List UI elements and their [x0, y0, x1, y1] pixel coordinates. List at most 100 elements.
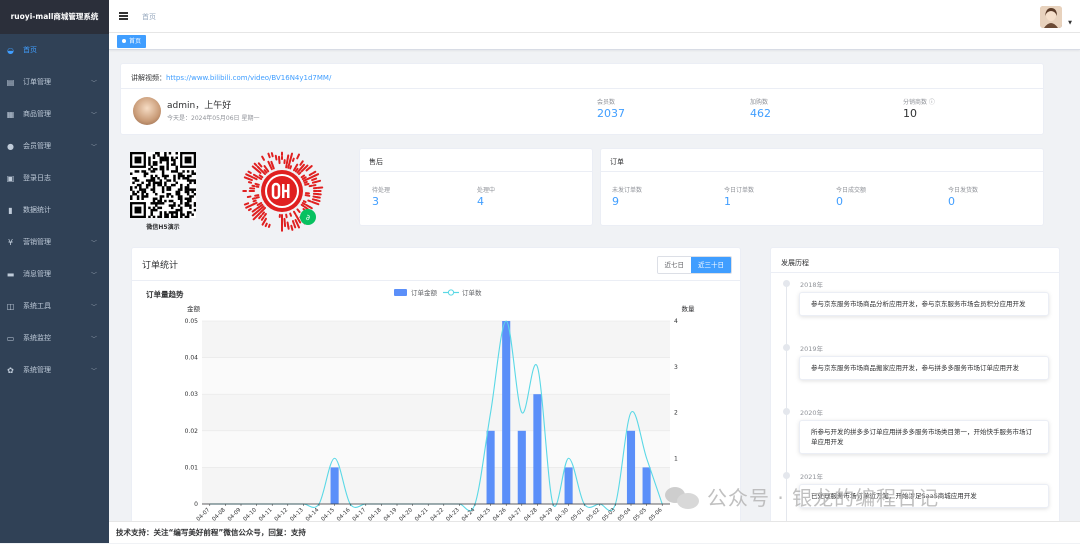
sidebar-item-label: 登录日志 [23, 173, 51, 183]
grid-band [202, 321, 670, 358]
legend-swatch-count-dot [448, 290, 453, 295]
breadcrumb[interactable]: 首页 [142, 12, 156, 22]
chevron-down-icon: ﹀ [91, 238, 97, 247]
sidebar-item-9[interactable]: ▭系统监控﹀ [0, 322, 109, 354]
sidebar-item-label: 商品管理 [23, 109, 51, 119]
kv-label: 今日成交额 [836, 185, 866, 194]
sidebar-item-4[interactable]: ▣ 登录日志 [0, 162, 109, 194]
sidebar-item-label: 系统工具 [23, 301, 51, 311]
bar[interactable] [565, 467, 573, 504]
order-icon: ▤ [6, 78, 15, 87]
video-label: 讲解视频： [131, 74, 166, 82]
stat-label: 分销商数 ⓘ [903, 97, 935, 106]
bar[interactable] [518, 431, 526, 504]
aftersale-processing[interactable]: 处理中 4 [477, 185, 495, 208]
orders-unshipped[interactable]: 未发订单数 9 [612, 185, 642, 208]
y-left-axis-label: 金额 [187, 304, 201, 313]
qr-code-image [130, 152, 196, 218]
navbar: 首页 ▼ [109, 0, 1080, 33]
divider [121, 88, 1043, 89]
timeline-content: 所参与开发的拼多多订单应用拼多多服务市场类目第一，开始快手服务市场订单应用开发 [799, 420, 1049, 454]
orders-today-shipped[interactable]: 今日发货数 0 [948, 185, 978, 208]
timeline-dot [783, 280, 790, 287]
kv-label: 未发订单数 [612, 185, 642, 194]
aftersale-card: 售后 待处理 3 处理中 4 [359, 148, 593, 226]
sidebar-item-label: 系统监控 [23, 333, 51, 343]
timeline-content: 参与京东服务市场商品分析应用开发，参与京东服务市场会员积分应用开发 [799, 292, 1049, 316]
chevron-down-icon: ﹀ [91, 142, 97, 151]
stat-value: 462 [750, 107, 771, 120]
chevron-down-icon: ﹀ [91, 110, 97, 119]
sidebar-item-1[interactable]: ▤订单管理﹀ [0, 66, 109, 98]
timeline-dot [783, 472, 790, 479]
sidebar-menu: ◒首页▤订单管理﹀▦商品管理﹀●会员管理﹀▣登录日志▮数据统计¥营销管理﹀▬消息… [0, 34, 109, 386]
svg-text:∂: ∂ [306, 213, 310, 222]
gear-icon: ✿ [6, 366, 15, 375]
order-stats-card: 订单统计 近七日 近三十日 订单量趋势订单金额订单数金额数量00.010.020… [131, 247, 741, 543]
y-right-axis-label: 数量 [682, 304, 696, 313]
y-right-tick-label: 4 [674, 318, 678, 325]
kv-value: 4 [477, 195, 495, 208]
kv-value: 0 [948, 195, 978, 208]
stat-label: 加购数 [750, 97, 771, 106]
kv-label: 处理中 [477, 185, 495, 194]
info-card: 讲解视频：https://www.bilibili.com/video/BV16… [120, 63, 1044, 135]
aftersale-title: 售后 [369, 157, 383, 167]
wechat-logo-icon [665, 485, 699, 509]
stat-cart: 加购数 462 [750, 97, 771, 120]
stat-members: 会员数 2037 [597, 97, 625, 120]
sidebar-item-0[interactable]: ◒首页 [0, 34, 109, 66]
sidebar-item-10[interactable]: ✿系统管理﹀ [0, 354, 109, 386]
greeting: admin，上午好 [167, 98, 231, 111]
log-icon: ▣ [6, 174, 15, 183]
y-left-tick-label: 0.01 [185, 464, 199, 471]
y-right-tick-label: 3 [674, 364, 678, 371]
bar[interactable] [533, 394, 541, 504]
user-avatar[interactable] [1040, 6, 1062, 28]
kv-label: 今日订单数 [724, 185, 754, 194]
hamburger-icon[interactable] [119, 12, 128, 20]
timeline-content: 参与京东服务市场商品搬家应用开发，参与拼多多服务市场订单应用开发 [799, 356, 1049, 380]
kv-label: 待处理 [372, 185, 390, 194]
kv-value: 0 [836, 195, 866, 208]
timeline-year: 2020年 [800, 407, 823, 417]
kv-label: 今日发货数 [948, 185, 978, 194]
bar[interactable] [643, 467, 651, 504]
orders-today-amount[interactable]: 今日成交额 0 [836, 185, 866, 208]
sidebar-item-label: 消息管理 [23, 269, 51, 279]
sidebar-item-7[interactable]: ▬消息管理﹀ [0, 258, 109, 290]
video-link[interactable]: https://www.bilibili.com/video/BV16N4y1d… [166, 74, 331, 82]
stat-value: 2037 [597, 107, 625, 120]
tab-7-days[interactable]: 近七日 [658, 257, 692, 273]
grid-band [202, 394, 670, 431]
tab-30-days[interactable]: 近三十日 [691, 257, 731, 273]
watermark-text: 公众号 · 银龙的编程日记 [707, 482, 939, 511]
sidebar-item-2[interactable]: ▦商品管理﹀ [0, 98, 109, 130]
grid-band [202, 467, 670, 504]
divider [771, 272, 1059, 273]
sidebar-item-3[interactable]: ●会员管理﹀ [0, 130, 109, 162]
aftersale-pending[interactable]: 待处理 3 [372, 185, 390, 208]
range-toggle: 近七日 近三十日 [657, 256, 733, 274]
video-line: 讲解视频：https://www.bilibili.com/video/BV16… [131, 73, 331, 83]
sidebar-item-8[interactable]: ◫系统工具﹀ [0, 290, 109, 322]
bar[interactable] [627, 431, 635, 504]
bar[interactable] [487, 431, 495, 504]
sidebar-item-6[interactable]: ¥营销管理﹀ [0, 226, 109, 258]
footer: 技术支持：关注“编写美好前程”微信公众号，回复：支持 [109, 521, 1080, 543]
y-left-tick-label: 0.02 [185, 428, 199, 435]
orders-today-count[interactable]: 今日订单数 1 [724, 185, 754, 208]
chart-legend[interactable]: 订单金额订单数 [394, 288, 482, 297]
timeline-dot [783, 344, 790, 351]
tag-home[interactable]: 首页 [117, 35, 146, 48]
chevron-down-icon[interactable]: ▼ [1068, 20, 1072, 26]
tool-icon: ◫ [6, 302, 15, 311]
order-stats-title: 订单统计 [142, 258, 178, 271]
sidebar-item-5[interactable]: ▮数据统计 [0, 194, 109, 226]
bar[interactable] [331, 467, 339, 504]
timeline-year: 2021年 [800, 471, 823, 481]
stat-label: 会员数 [597, 97, 625, 106]
bar[interactable] [502, 321, 510, 504]
sidebar-item-label: 系统管理 [23, 365, 51, 375]
sidebar: ruoyi-mall商城管理系统 ◒首页▤订单管理﹀▦商品管理﹀●会员管理﹀▣登… [0, 0, 109, 543]
